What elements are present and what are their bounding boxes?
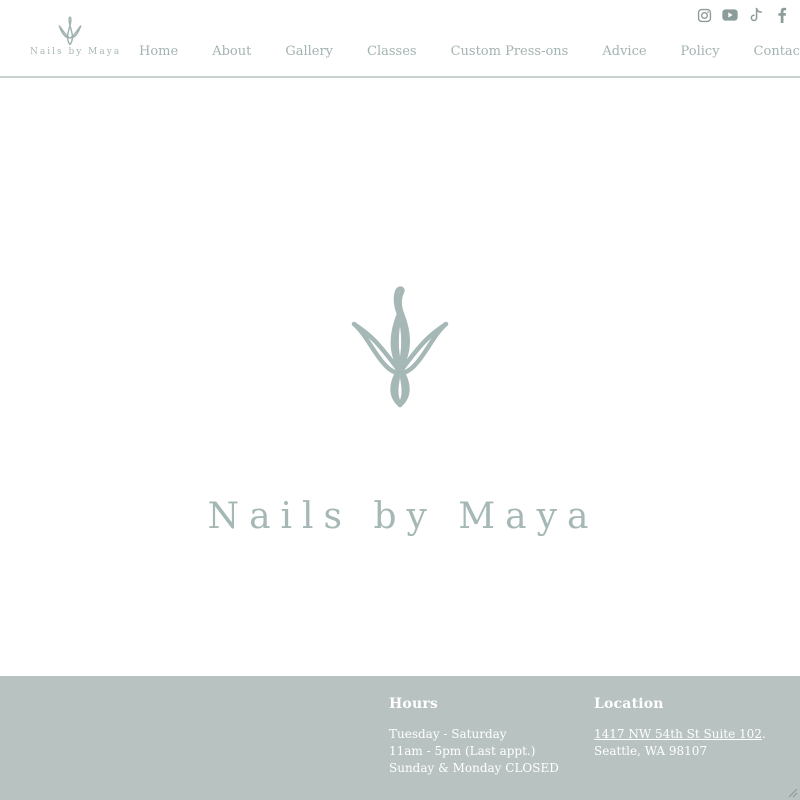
hours-heading: Hours: [389, 696, 439, 712]
youtube-icon[interactable]: [722, 6, 738, 24]
instagram-icon[interactable]: [696, 6, 712, 24]
address-line: 1417 NW 54th St Suite 102.: [594, 726, 766, 743]
hours-line-days: Tuesday - Saturday: [389, 727, 507, 741]
nav-about[interactable]: About: [212, 44, 251, 59]
nav-contact[interactable]: Contact: [754, 44, 800, 59]
hero-section: Nails by Maya: [0, 78, 800, 676]
nav-advice[interactable]: Advice: [602, 44, 646, 59]
site-footer: Hours Tuesday - Saturday 11am - 5pm (Las…: [0, 676, 800, 800]
city-line: Seattle, WA 98107: [594, 744, 708, 758]
resize-grip-icon[interactable]: [786, 786, 798, 798]
logo-mark-icon: [58, 16, 82, 46]
address-link[interactable]: 1417 NW 54th St Suite 102: [594, 727, 762, 741]
nav-classes[interactable]: Classes: [367, 44, 417, 59]
site-header: Nails by Maya Home About Gallery Classes…: [0, 0, 800, 78]
facebook-icon[interactable]: [774, 6, 790, 24]
main-nav: Home About Gallery Classes Custom Press-…: [139, 44, 800, 59]
nav-gallery[interactable]: Gallery: [285, 44, 333, 59]
nav-policy[interactable]: Policy: [681, 44, 720, 59]
location-heading: Location: [594, 696, 664, 712]
header-logo-text: Nails by Maya: [30, 47, 122, 57]
nav-home[interactable]: Home: [139, 44, 178, 59]
hours-line-times: 11am - 5pm (Last appt.): [389, 744, 536, 758]
tiktok-icon[interactable]: [748, 6, 764, 24]
hours-line-closed: Sunday & Monday CLOSED: [389, 761, 559, 775]
address-suffix: .: [761, 727, 766, 741]
header-logo[interactable]: Nails by Maya: [30, 16, 122, 60]
hero-logo-mark-icon: [351, 286, 449, 408]
nav-custom-press-ons[interactable]: Custom Press-ons: [451, 44, 569, 59]
social-links: [696, 6, 790, 24]
page: Nails by Maya Home About Gallery Classes…: [0, 0, 800, 800]
hero-title: Nails by Maya: [207, 496, 599, 537]
hours-section: Hours Tuesday - Saturday 11am - 5pm (Las…: [389, 696, 559, 777]
location-section: Location 1417 NW 54th St Suite 102. Seat…: [594, 696, 766, 760]
